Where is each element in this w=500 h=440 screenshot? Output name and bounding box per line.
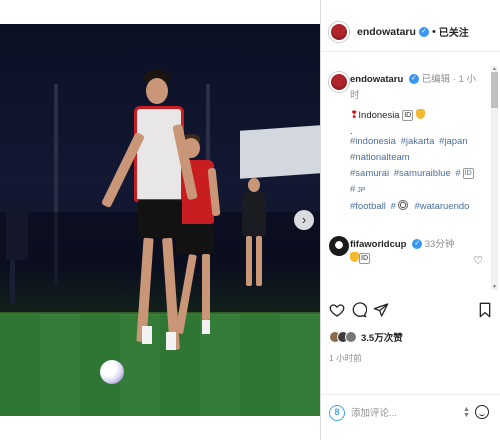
emoji-icon[interactable] bbox=[475, 405, 489, 419]
hashtag-link[interactable]: #samurai bbox=[350, 168, 389, 179]
post-details-panel: endowataru ✓ • 已关注 endowataru ✓ 已编辑 · 1 … bbox=[320, 0, 500, 440]
caption-avatar-row bbox=[329, 72, 349, 92]
hashtag-list: #indonesia #jakarta #japan #nationalteam… bbox=[350, 134, 482, 215]
bookmark-icon[interactable] bbox=[477, 302, 493, 318]
avatar[interactable] bbox=[329, 72, 349, 92]
hashtag-link[interactable]: # bbox=[391, 200, 410, 212]
hands-icon bbox=[350, 252, 359, 262]
avatar[interactable] bbox=[329, 236, 349, 256]
hashtag-link[interactable]: #japan bbox=[439, 136, 468, 147]
likes-count[interactable]: 3.5万次赞 bbox=[361, 330, 403, 344]
hashtag-link[interactable]: #wataruendo bbox=[415, 201, 470, 212]
hashtag-link[interactable]: #samuraiblue bbox=[394, 168, 451, 179]
hashtag-link[interactable]: # JP bbox=[350, 184, 367, 195]
like-comment-icon[interactable]: ♡ bbox=[473, 254, 483, 267]
author-username[interactable]: endowataru bbox=[357, 26, 416, 38]
japan-flag-icon: JP bbox=[357, 187, 366, 194]
avatar bbox=[345, 331, 357, 343]
soccer-ball-icon bbox=[397, 200, 408, 210]
comment-icon[interactable] bbox=[351, 302, 367, 318]
separator-dot: • bbox=[431, 25, 436, 38]
caption-location: Indonesia bbox=[358, 110, 400, 121]
input-method-icon[interactable]: 8 bbox=[329, 405, 345, 421]
comments-scroll-area[interactable]: endowataru ✓ 已编辑 · 1 小时 ❢Indonesia ID . … bbox=[321, 60, 491, 290]
caption: endowataru ✓ 已编辑 · 1 小时 ❢Indonesia ID . … bbox=[350, 72, 482, 215]
following-button[interactable]: 已关注 bbox=[439, 24, 469, 39]
comment-time: 33分钟 bbox=[424, 239, 455, 250]
scroll-down-icon[interactable]: ▼ bbox=[491, 284, 498, 290]
add-comment-row: 8 ▲▼ bbox=[321, 394, 500, 430]
post-actions-bar bbox=[321, 298, 500, 324]
hashtag-link[interactable]: #indonesia bbox=[350, 136, 396, 147]
hashtag-link[interactable]: #nationalteam bbox=[350, 152, 410, 163]
flag-icon: ID bbox=[462, 168, 474, 179]
post-photo: › bbox=[0, 24, 320, 416]
scrollbar[interactable]: ▲ ▼ bbox=[491, 66, 498, 290]
post-time[interactable]: 1 小时前 bbox=[329, 352, 362, 364]
caption-dot-line: . bbox=[350, 126, 353, 137]
flag-icon: ID bbox=[359, 253, 370, 264]
share-icon[interactable] bbox=[373, 302, 389, 318]
pitch-edge bbox=[0, 312, 320, 315]
scrollbar-thumb[interactable] bbox=[491, 72, 498, 108]
football bbox=[100, 360, 124, 384]
verified-badge-icon: ✓ bbox=[418, 26, 429, 37]
hands-icon bbox=[415, 109, 425, 119]
hashtag-link[interactable]: # ID bbox=[455, 168, 475, 179]
hashtag-link[interactable]: #jakarta bbox=[401, 136, 435, 147]
chevron-right-icon: › bbox=[301, 212, 307, 227]
heart-icon[interactable] bbox=[329, 302, 345, 318]
likes-summary[interactable]: 3.5万次赞 bbox=[329, 330, 403, 344]
next-photo-button[interactable]: › bbox=[294, 210, 314, 230]
comment-text: fifaworldcup ✓ 33分钟 ID bbox=[350, 238, 470, 266]
spinner-arrows-icon[interactable]: ▲ ▼ bbox=[463, 406, 470, 419]
caption-author[interactable]: endowataru bbox=[350, 74, 403, 85]
avatar[interactable] bbox=[329, 21, 349, 42]
verified-badge-icon: ✓ bbox=[412, 239, 423, 250]
flag-icon: ID bbox=[402, 110, 414, 121]
hashtag-link[interactable]: #football bbox=[350, 201, 386, 212]
comment-author[interactable]: fifaworldcup bbox=[350, 239, 406, 250]
background-banner bbox=[240, 125, 320, 179]
pitch-turf bbox=[0, 314, 320, 416]
add-comment-input[interactable] bbox=[351, 404, 459, 422]
post-header: endowataru ✓ • 已关注 bbox=[321, 12, 500, 52]
verified-badge-icon: ✓ bbox=[408, 74, 419, 85]
